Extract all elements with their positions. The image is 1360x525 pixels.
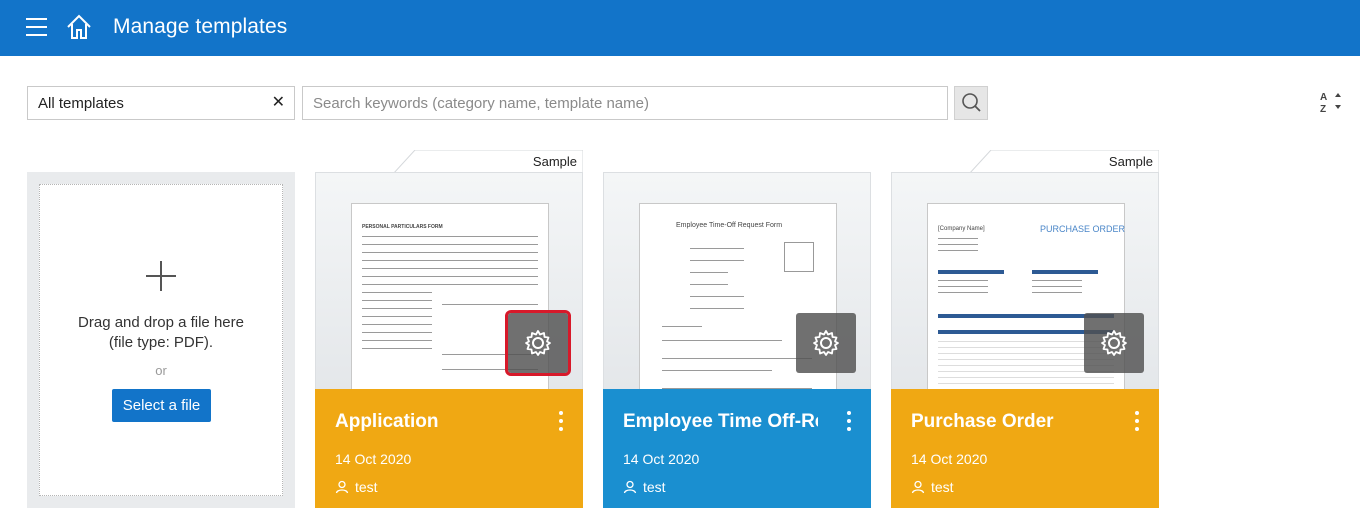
template-settings-button[interactable] (1084, 313, 1144, 373)
app-header: Manage templates (0, 0, 1360, 56)
template-thumbnail[interactable]: Employee Time-Off Request Form (603, 172, 871, 390)
sample-badge: Sample (532, 154, 577, 169)
owner-name: test (643, 479, 666, 495)
gear-icon (1101, 330, 1127, 356)
doc-company: [Company Name] (938, 226, 985, 232)
search-icon (962, 93, 981, 112)
owner-name: test (931, 479, 954, 495)
user-icon (335, 480, 349, 494)
drop-instructions: Drag and drop a file here (file type: PD… (40, 313, 282, 353)
template-date: 14 Oct 2020 (335, 451, 412, 467)
gear-icon (525, 330, 551, 356)
template-name[interactable]: Employee Time Off-Request (623, 411, 818, 433)
doc-title: PERSONAL PARTICULARS FORM (362, 224, 443, 230)
sample-badge: Sample (1108, 154, 1153, 169)
template-settings-button[interactable] (505, 310, 571, 376)
user-icon (911, 480, 925, 494)
more-options-icon[interactable] (555, 409, 567, 433)
drop-line-1: Drag and drop a file here (78, 314, 244, 331)
search-button[interactable] (954, 86, 988, 120)
template-filter-select[interactable]: All templates ✕ (27, 86, 295, 120)
template-footer[interactable]: Application 14 Oct 2020 test (315, 389, 583, 508)
filter-value: All templates (38, 95, 124, 112)
template-date: 14 Oct 2020 (911, 451, 988, 467)
template-date: 14 Oct 2020 (623, 451, 700, 467)
template-name[interactable]: Application (335, 411, 535, 433)
plus-icon (146, 261, 176, 291)
template-thumbnail[interactable]: [Company Name] PURCHASE ORDER (891, 172, 1159, 390)
sort-az-icon[interactable]: A Z (1318, 90, 1344, 116)
upload-card: Drag and drop a file here (file type: PD… (27, 172, 295, 508)
doc-title: PURCHASE ORDER (1040, 224, 1126, 234)
search-input[interactable] (302, 86, 948, 120)
page-title: Manage templates (113, 15, 288, 38)
home-icon[interactable] (66, 14, 92, 40)
or-separator: or (155, 363, 167, 378)
template-owner: test (335, 479, 378, 495)
template-name[interactable]: Purchase Order (911, 411, 1111, 433)
more-options-icon[interactable] (1131, 409, 1143, 433)
template-footer[interactable]: Employee Time Off-Request 14 Oct 2020 te… (603, 389, 871, 508)
template-owner: test (911, 479, 954, 495)
template-card-application[interactable]: Sample PERSONAL PARTICULARS FORM Applica… (315, 150, 583, 508)
template-card-employee-time-off[interactable]: Employee Time-Off Request Form Employee … (603, 150, 871, 508)
select-file-button[interactable]: Select a file (112, 389, 211, 422)
drop-line-2: (file type: PDF). (108, 334, 214, 351)
template-settings-button[interactable] (796, 313, 856, 373)
template-owner: test (623, 479, 666, 495)
drop-zone[interactable]: Drag and drop a file here (file type: PD… (39, 184, 283, 496)
clear-filter-icon[interactable]: ✕ (272, 94, 285, 112)
owner-name: test (355, 479, 378, 495)
template-thumbnail[interactable]: PERSONAL PARTICULARS FORM (315, 172, 583, 390)
svg-text:Z: Z (1320, 104, 1326, 115)
doc-title: Employee Time-Off Request Form (676, 222, 783, 229)
template-card-purchase-order[interactable]: Sample [Company Name] PURCHASE ORDER Pur… (891, 150, 1159, 508)
more-options-icon[interactable] (843, 409, 855, 433)
hamburger-menu-icon[interactable] (26, 18, 48, 36)
template-footer[interactable]: Purchase Order 14 Oct 2020 test (891, 389, 1159, 508)
gear-icon (813, 330, 839, 356)
user-icon (623, 480, 637, 494)
svg-text:A: A (1320, 92, 1327, 103)
